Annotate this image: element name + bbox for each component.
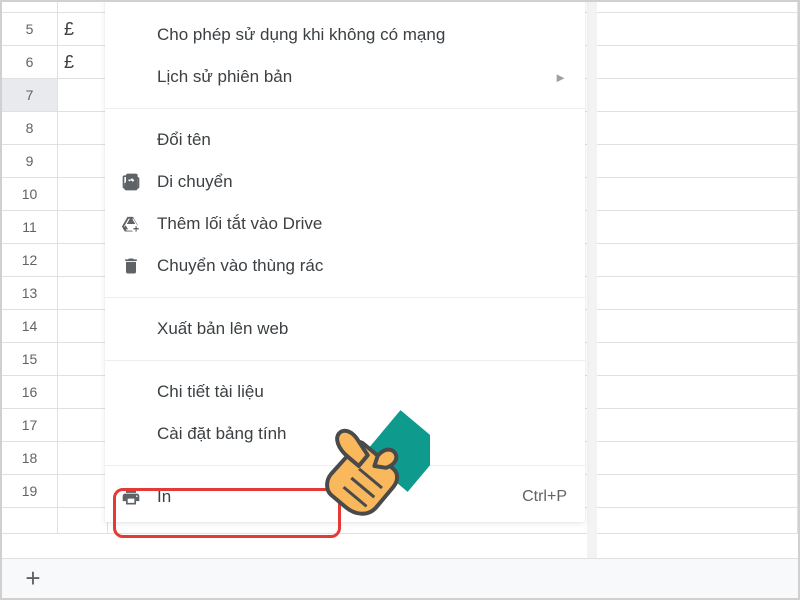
row-header[interactable]: 13: [2, 277, 58, 309]
menu-separator: [105, 108, 585, 109]
cell[interactable]: [58, 442, 108, 474]
menu-item-rename[interactable]: Đổi tên: [105, 119, 585, 161]
menu-item-label: Cho phép sử dụng khi không có mạng: [157, 25, 567, 45]
row-header[interactable]: 19: [2, 475, 58, 507]
cell[interactable]: [58, 409, 108, 441]
menu-item-spreadsheet-settings[interactable]: Cài đặt bảng tính: [105, 413, 585, 455]
menu-item-label: Lịch sử phiên bản: [157, 67, 548, 87]
svg-text:+: +: [134, 224, 139, 234]
menu-item-details[interactable]: Chi tiết tài liệu: [105, 371, 585, 413]
row-header[interactable]: 5: [2, 13, 58, 45]
chevron-right-icon: ►: [554, 70, 567, 85]
menu-item-label: Xuất bản lên web: [157, 319, 567, 339]
menu-item-publish[interactable]: Xuất bản lên web: [105, 308, 585, 350]
cell[interactable]: [58, 508, 108, 533]
menu-item-version-history[interactable]: Lịch sử phiên bản ►: [105, 56, 585, 98]
file-context-menu: Cho phép sử dụng khi không có mạng Lịch …: [105, 0, 585, 522]
row-header[interactable]: [2, 508, 58, 533]
row-header[interactable]: 18: [2, 442, 58, 474]
menu-item-print[interactable]: In Ctrl+P: [105, 476, 585, 518]
menu-item-label: Cài đặt bảng tính: [157, 424, 567, 444]
row-header[interactable]: 17: [2, 409, 58, 441]
row-header[interactable]: 7: [2, 79, 58, 111]
cell[interactable]: [58, 277, 108, 309]
menu-separator: [105, 360, 585, 361]
cell[interactable]: [58, 475, 108, 507]
menu-item-label: Đổi tên: [157, 130, 567, 150]
trash-icon: [121, 256, 157, 276]
menu-item-label: Thêm lối tắt vào Drive: [157, 214, 567, 234]
sheet-tab-bar: +: [2, 558, 798, 598]
cell[interactable]: [58, 376, 108, 408]
cell[interactable]: £: [58, 46, 108, 78]
menu-item-move[interactable]: Di chuyển: [105, 161, 585, 203]
menu-separator: [105, 297, 585, 298]
menu-item-add-shortcut[interactable]: + Thêm lối tắt vào Drive: [105, 203, 585, 245]
row-header[interactable]: 4: [2, 0, 58, 12]
row-header[interactable]: 8: [2, 112, 58, 144]
cell[interactable]: [58, 145, 108, 177]
cell[interactable]: £: [58, 13, 108, 45]
drive-add-icon: +: [121, 214, 157, 234]
print-icon: [121, 487, 157, 507]
row-header[interactable]: 9: [2, 145, 58, 177]
menu-item-label: Chuyển vào thùng rác: [157, 256, 567, 276]
cell[interactable]: [58, 112, 108, 144]
menu-item-label: [157, 0, 567, 14]
cell[interactable]: [58, 211, 108, 243]
cell[interactable]: [58, 343, 108, 375]
row-header[interactable]: 6: [2, 46, 58, 78]
menu-item-offline[interactable]: Cho phép sử dụng khi không có mạng: [105, 14, 585, 56]
row-header[interactable]: 10: [2, 178, 58, 210]
menu-item-truncated-top[interactable]: [105, 0, 585, 14]
row-header[interactable]: 14: [2, 310, 58, 342]
row-header[interactable]: 15: [2, 343, 58, 375]
menu-item-trash[interactable]: Chuyển vào thùng rác: [105, 245, 585, 287]
menu-item-label: In: [157, 487, 522, 507]
folder-move-icon: [121, 172, 157, 192]
add-sheet-button[interactable]: +: [16, 562, 50, 596]
menu-item-label: Chi tiết tài liệu: [157, 382, 567, 402]
menu-separator: [105, 465, 585, 466]
cell[interactable]: [58, 310, 108, 342]
row-header[interactable]: 16: [2, 376, 58, 408]
scrollbar-track[interactable]: [587, 0, 597, 560]
cell[interactable]: [58, 178, 108, 210]
row-header[interactable]: 12: [2, 244, 58, 276]
cell[interactable]: £: [58, 0, 108, 12]
keyboard-shortcut: Ctrl+P: [522, 488, 567, 506]
cell[interactable]: [58, 79, 108, 111]
menu-item-label: Di chuyển: [157, 172, 567, 192]
row-header[interactable]: 11: [2, 211, 58, 243]
cell[interactable]: [58, 244, 108, 276]
